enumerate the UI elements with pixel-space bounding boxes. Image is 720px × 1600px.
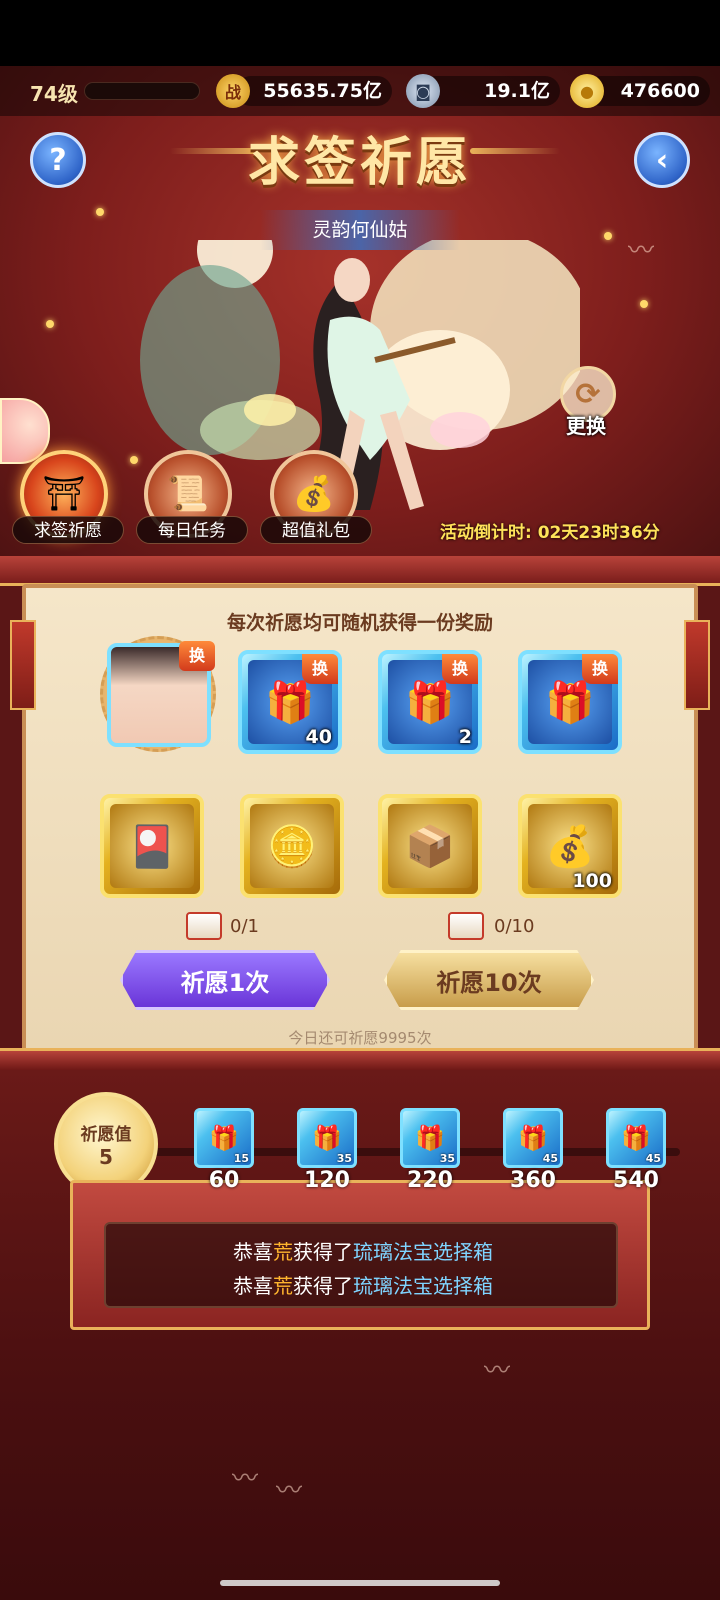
milestone-quantity: 15 — [233, 1152, 249, 1165]
feature-wish-label[interactable]: 求签祈愿 — [12, 516, 124, 544]
milestone-threshold: 360 — [510, 1168, 556, 1193]
sparkle-decoration — [96, 208, 104, 216]
news-player-name: 荒 — [273, 1240, 293, 1264]
milestone-reward[interactable]: 🎁 35 — [297, 1108, 357, 1168]
player-level: 74级 — [30, 82, 78, 106]
status-bar — [0, 0, 720, 66]
milestone-threshold: 220 — [407, 1168, 453, 1193]
wish-value-label: 祈愿值 — [80, 1124, 132, 1145]
milestone-reward[interactable]: 🎁 35 — [400, 1108, 460, 1168]
question-icon: ? — [49, 142, 67, 178]
wish-ticket-icon — [448, 912, 484, 940]
hero-portrait-reward[interactable]: 换 — [100, 636, 216, 752]
milestone-reward[interactable]: 🎁 45 — [606, 1108, 666, 1168]
bird-decoration: 〰 — [628, 236, 655, 266]
milestone-threshold: 540 — [613, 1168, 659, 1193]
combat-power-icon: 战 — [216, 74, 250, 108]
news-prefix: 恭喜 — [233, 1240, 273, 1264]
gold-ingot-icon: ● — [570, 74, 604, 108]
reward-item[interactable]: 🪙 — [240, 794, 344, 898]
sparkle-decoration — [640, 300, 648, 308]
bird-decoration: 〰 — [232, 1464, 259, 1494]
swap-badge[interactable]: 换 — [442, 654, 478, 684]
ticket-count-single: 0/1 — [230, 916, 259, 937]
wish-ticket-icon — [186, 912, 222, 940]
back-arrow-icon: ‹ — [655, 142, 669, 178]
milestone-reward[interactable]: 🎁 15 — [194, 1108, 254, 1168]
panel-subtitle: 每次祈愿均可随机获得一份奖励 — [226, 612, 493, 634]
remaining-wishes-text: 今日还可祈愿9995次 — [288, 1029, 432, 1047]
reward-item[interactable]: 🎁 换 — [518, 650, 622, 754]
swap-badge[interactable]: 换 — [582, 654, 618, 684]
shrine-icon: ⛩ — [42, 474, 86, 514]
sparkle-decoration — [130, 456, 138, 464]
news-line: 恭喜荒获得了琉璃法宝选择箱 — [106, 1236, 620, 1265]
swap-badge[interactable]: 换 — [179, 641, 215, 671]
bird-decoration: 〰 — [276, 1476, 303, 1506]
panel-footer — [0, 1048, 720, 1070]
scroll-icon: 📜 — [166, 474, 210, 514]
news-prefix: 恭喜 — [233, 1274, 273, 1298]
milestone-threshold: 120 — [304, 1168, 350, 1193]
reward-item[interactable]: 💰 100 — [518, 794, 622, 898]
wish-value-number: 5 — [99, 1144, 113, 1169]
coin-icon: ◙ — [406, 74, 440, 108]
reward-item[interactable]: 📦 — [378, 794, 482, 898]
milestone-quantity: 45 — [542, 1152, 558, 1165]
milestone-quantity: 35 — [439, 1152, 455, 1165]
panel-roof — [0, 556, 720, 586]
money-bag-icon: 💰 — [292, 474, 336, 514]
game-screen: 〰 〰 〰 〰 74级 55635.75亿 战 19.1亿 ◙ 476600 ●… — [0, 0, 720, 1600]
ticket-count-ten: 0/10 — [494, 916, 535, 937]
news-middle: 获得了 — [293, 1274, 353, 1298]
hero-name-banner: 灵韵何仙姑 — [260, 210, 460, 250]
item-quantity: 2 — [458, 726, 472, 748]
coin-value: 19.1亿 — [420, 76, 560, 106]
golden-chest-icon: 📦 — [388, 804, 472, 888]
experience-bar — [84, 82, 200, 100]
wish-ten-button[interactable]: 祈愿10次 — [384, 950, 594, 1010]
help-button[interactable]: ? — [30, 132, 86, 188]
coin-card-icon: 🪙 — [250, 804, 334, 888]
page-title: 求签祈愿 — [247, 132, 472, 193]
refresh-icon: ⟳ — [575, 376, 601, 412]
sparkle-decoration — [604, 232, 612, 240]
news-player-name: 荒 — [273, 1274, 293, 1298]
combat-power-value: 55635.75亿 — [236, 76, 392, 106]
news-item-name: 琉璃法宝选择箱 — [353, 1274, 493, 1298]
reward-item[interactable]: 🎁 换 2 — [378, 650, 482, 754]
news-ticker: 恭喜荒获得了琉璃法宝选择箱 恭喜荒获得了琉璃法宝选择箱 — [104, 1222, 618, 1308]
swap-badge[interactable]: 换 — [302, 654, 338, 684]
wish-once-button[interactable]: 祈愿1次 — [120, 950, 330, 1010]
milestone-reward[interactable]: 🎁 45 — [503, 1108, 563, 1168]
news-item-name: 琉璃法宝选择箱 — [353, 1240, 493, 1264]
back-button[interactable]: ‹ — [634, 132, 690, 188]
home-indicator[interactable] — [220, 1580, 500, 1586]
reward-item[interactable]: 🎁 换 40 — [238, 650, 342, 754]
sparkle-decoration — [46, 320, 54, 328]
bird-decoration: 〰 — [484, 1356, 511, 1386]
feature-gift-pack-label[interactable]: 超值礼包 — [260, 516, 372, 544]
milestone-quantity: 35 — [336, 1152, 352, 1165]
news-middle: 获得了 — [293, 1240, 353, 1264]
item-quantity: 40 — [305, 726, 332, 748]
item-quantity: 100 — [572, 870, 612, 892]
milestone-threshold: 60 — [208, 1168, 240, 1193]
milestone-quantity: 45 — [645, 1152, 661, 1165]
gold-ingot-value: 476600 — [586, 76, 710, 106]
event-countdown: 活动倒计时: 02天23时36分 — [440, 523, 660, 543]
hero-card-icon: 🎴 — [110, 804, 194, 888]
news-line: 恭喜荒获得了琉璃法宝选择箱 — [106, 1270, 620, 1299]
refresh-label[interactable]: 更换 — [566, 410, 606, 439]
reward-item[interactable]: 🎴 — [100, 794, 204, 898]
feature-daily-task-label[interactable]: 每日任务 — [136, 516, 248, 544]
